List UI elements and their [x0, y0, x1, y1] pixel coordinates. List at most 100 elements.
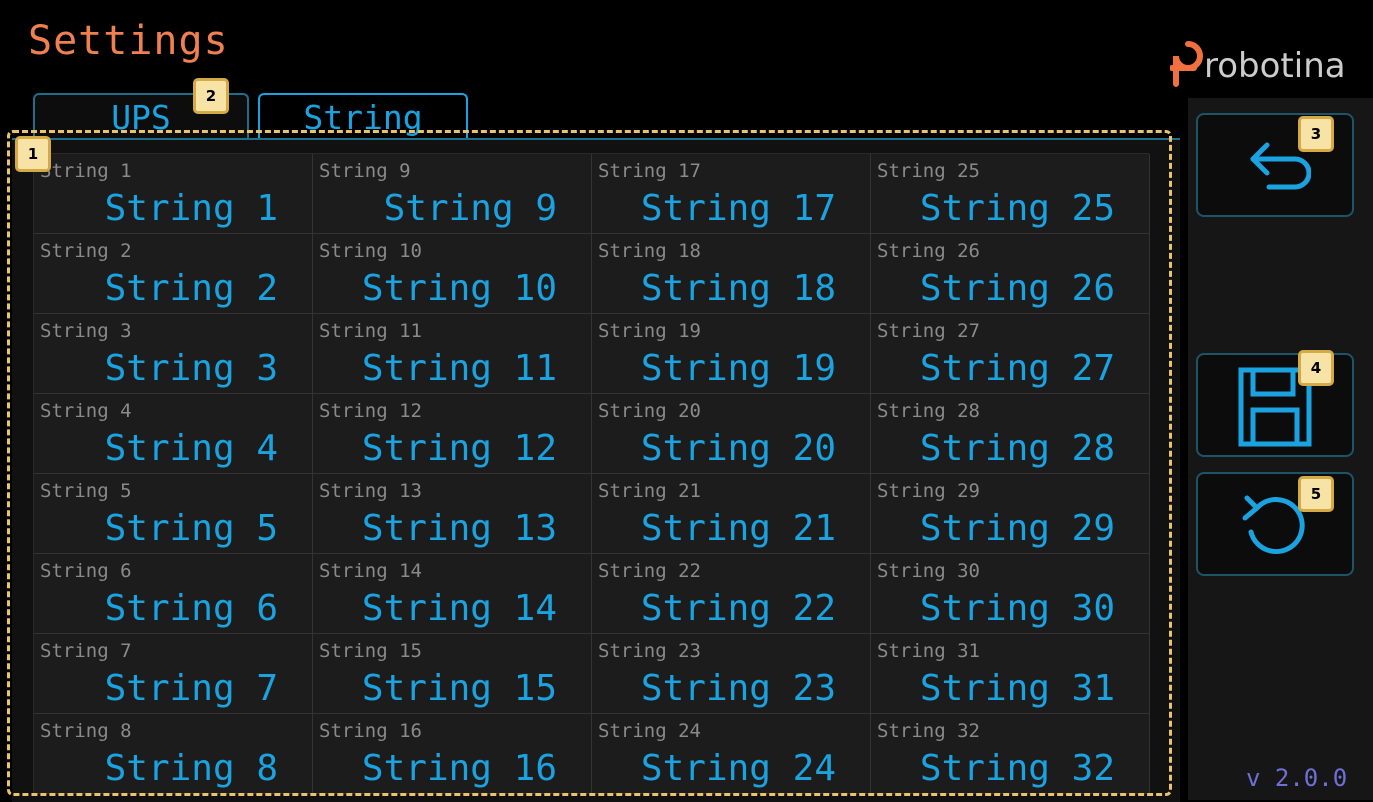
- string-cell[interactable]: String 32 String 32: [871, 714, 1150, 794]
- string-cell[interactable]: String 14 String 14: [313, 554, 592, 634]
- string-cell[interactable]: String 31 String 31: [871, 634, 1150, 714]
- string-cell-value[interactable]: String 25: [920, 188, 1115, 229]
- string-cell[interactable]: String 18 String 18: [592, 234, 871, 314]
- string-cell-label: String 32: [877, 720, 980, 742]
- string-cell-label: String 2: [40, 240, 132, 262]
- string-cell-label: String 19: [598, 320, 701, 342]
- string-cell[interactable]: String 7 String 7: [34, 634, 313, 714]
- string-cell-label: String 31: [877, 640, 980, 662]
- string-cell-label: String 10: [319, 240, 422, 262]
- string-cell-value[interactable]: String 31: [920, 668, 1115, 709]
- string-cell-value[interactable]: String 27: [920, 348, 1115, 389]
- string-cell-label: String 5: [40, 480, 132, 502]
- string-cell-label: String 30: [877, 560, 980, 582]
- string-cell-label: String 6: [40, 560, 132, 582]
- callout-2: 2: [193, 78, 229, 114]
- string-cell[interactable]: String 12 String 12: [313, 394, 592, 474]
- string-cell[interactable]: String 25 String 25: [871, 154, 1150, 234]
- string-cell-label: String 3: [40, 320, 132, 342]
- callout-3: 3: [1298, 116, 1334, 152]
- string-cell-value[interactable]: String 24: [641, 748, 836, 789]
- string-cell-value[interactable]: String 13: [362, 508, 557, 549]
- string-cell[interactable]: String 15 String 15: [313, 634, 592, 714]
- string-cell-label: String 17: [598, 160, 701, 182]
- string-cell-label: String 18: [598, 240, 701, 262]
- string-cell[interactable]: String 26 String 26: [871, 234, 1150, 314]
- string-cell-value[interactable]: String 10: [362, 268, 557, 309]
- tab-string[interactable]: String: [258, 93, 468, 139]
- string-cell[interactable]: String 24 String 24: [592, 714, 871, 794]
- string-cell-value[interactable]: String 17: [641, 188, 836, 229]
- string-cell-label: String 27: [877, 320, 980, 342]
- string-cell[interactable]: String 5 String 5: [34, 474, 313, 554]
- string-cell[interactable]: String 9 String 9: [313, 154, 592, 234]
- string-cell-value[interactable]: String 3: [105, 348, 278, 389]
- string-cell-value[interactable]: String 1: [105, 188, 278, 229]
- string-cell[interactable]: String 28 String 28: [871, 394, 1150, 474]
- string-cell[interactable]: String 22 String 22: [592, 554, 871, 634]
- string-cell-value[interactable]: String 16: [362, 748, 557, 789]
- string-cell[interactable]: String 27 String 27: [871, 314, 1150, 394]
- string-cell-value[interactable]: String 7: [105, 668, 278, 709]
- string-cell-value[interactable]: String 15: [362, 668, 557, 709]
- string-cell[interactable]: String 19 String 19: [592, 314, 871, 394]
- string-cell-value[interactable]: String 22: [641, 588, 836, 629]
- string-cell-value[interactable]: String 29: [920, 508, 1115, 549]
- string-cell[interactable]: String 30 String 30: [871, 554, 1150, 634]
- string-cell-label: String 24: [598, 720, 701, 742]
- string-cell-value[interactable]: String 19: [641, 348, 836, 389]
- string-cell[interactable]: String 2 String 2: [34, 234, 313, 314]
- string-cell-value[interactable]: String 9: [384, 188, 557, 229]
- string-cell-value[interactable]: String 32: [920, 748, 1115, 789]
- string-cell-value[interactable]: String 14: [362, 588, 557, 629]
- string-cell-value[interactable]: String 12: [362, 428, 557, 469]
- string-cell[interactable]: String 23 String 23: [592, 634, 871, 714]
- string-cell[interactable]: String 4 String 4: [34, 394, 313, 474]
- string-cell[interactable]: String 16 String 16: [313, 714, 592, 794]
- string-cell-value[interactable]: String 28: [920, 428, 1115, 469]
- string-cell-label: String 23: [598, 640, 701, 662]
- string-cell-value[interactable]: String 23: [641, 668, 836, 709]
- string-cell[interactable]: String 11 String 11: [313, 314, 592, 394]
- page-title: Settings: [28, 18, 229, 64]
- string-cell-label: String 9: [319, 160, 411, 182]
- string-cell-label: String 28: [877, 400, 980, 422]
- string-cell-label: String 11: [319, 320, 422, 342]
- string-cell[interactable]: String 13 String 13: [313, 474, 592, 554]
- string-cell-value[interactable]: String 20: [641, 428, 836, 469]
- callout-1: 1: [15, 136, 51, 172]
- string-cell-value[interactable]: String 21: [641, 508, 836, 549]
- string-cell[interactable]: String 1 String 1: [34, 154, 313, 234]
- string-cell[interactable]: String 8 String 8: [34, 714, 313, 794]
- string-cell-value[interactable]: String 6: [105, 588, 278, 629]
- string-cell[interactable]: String 29 String 29: [871, 474, 1150, 554]
- string-cell-label: String 13: [319, 480, 422, 502]
- string-cell[interactable]: String 20 String 20: [592, 394, 871, 474]
- string-cell[interactable]: String 3 String 3: [34, 314, 313, 394]
- callout-4: 4: [1298, 350, 1334, 386]
- string-cell-value[interactable]: String 2: [105, 268, 278, 309]
- robotina-logo: robotina: [1170, 38, 1360, 90]
- string-cell-label: String 26: [877, 240, 980, 262]
- string-cell-label: String 15: [319, 640, 422, 662]
- string-cell-label: String 12: [319, 400, 422, 422]
- string-cell-label: String 22: [598, 560, 701, 582]
- string-cell-value[interactable]: String 8: [105, 748, 278, 789]
- string-cell-value[interactable]: String 5: [105, 508, 278, 549]
- string-cell[interactable]: String 17 String 17: [592, 154, 871, 234]
- string-cell-value[interactable]: String 26: [920, 268, 1115, 309]
- string-cell[interactable]: String 21 String 21: [592, 474, 871, 554]
- string-cell-value[interactable]: String 4: [105, 428, 278, 469]
- string-cell-label: String 8: [40, 720, 132, 742]
- version-label: v 2.0.0: [1246, 764, 1348, 792]
- string-cell-label: String 29: [877, 480, 980, 502]
- string-cell-label: String 1: [40, 160, 132, 182]
- string-cell-value[interactable]: String 11: [362, 348, 557, 389]
- string-cell[interactable]: String 10 String 10: [313, 234, 592, 314]
- string-cell-label: String 14: [319, 560, 422, 582]
- string-cell-value[interactable]: String 18: [641, 268, 836, 309]
- string-cell-label: String 25: [877, 160, 980, 182]
- string-cell-value[interactable]: String 30: [920, 588, 1115, 629]
- robotina-logo-icon: [1170, 41, 1203, 87]
- string-cell[interactable]: String 6 String 6: [34, 554, 313, 634]
